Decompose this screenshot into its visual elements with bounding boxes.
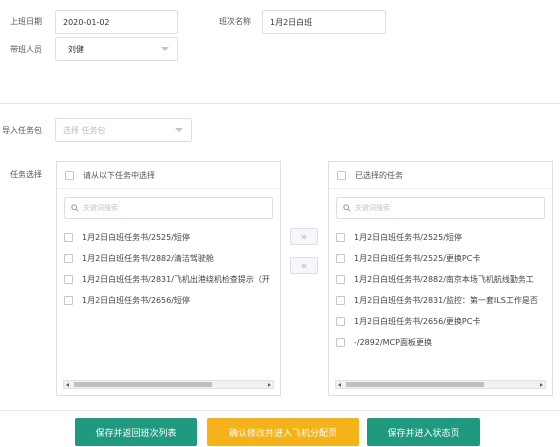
list-item-label: 1月2日白班任务书/2656/短停 [82,296,190,305]
list-item[interactable]: 1月2日白班任务书/2525/短停 [329,227,552,248]
chevron-down-icon [161,47,169,51]
available-horizontal-scrollbar[interactable] [63,380,274,389]
save-return-button[interactable]: 保存并返回班次列表 [75,418,197,446]
shift-name-input[interactable]: 1月2日白班 [262,10,386,34]
list-item-label: 1月2日白班任务书/2831/飞机出港绕机检查提示（开 [82,275,270,284]
list-item-label: -/2892/MCP面板更换 [354,338,432,347]
leader-select[interactable]: 刘健 [55,37,178,61]
available-tasks-panel: 请从以下任务中选择 关键词搜索 1月2日白班任务书/2525/短停 1月2日白班… [56,161,281,396]
available-search-input[interactable]: 关键词搜索 [64,197,273,219]
search-icon [343,204,351,212]
item-checkbox[interactable] [336,275,345,284]
move-right-button[interactable]: » [290,228,318,245]
list-item[interactable]: 1月2日白班任务书/2656/更换PC卡 [329,311,552,332]
section-divider [0,103,560,104]
list-item[interactable]: 1月2日白班任务书/2882/南京本场飞机航线勤务工 [329,269,552,290]
move-left-button[interactable]: « [290,257,318,274]
item-checkbox[interactable] [336,254,345,263]
list-item[interactable]: 1月2日白班任务书/2525/短停 [57,227,280,248]
footer-divider [0,410,560,411]
selected-task-list: 1月2日白班任务书/2525/短停 1月2日白班任务书/2525/更换PC卡 1… [329,227,552,375]
selected-search-input[interactable]: 关键词搜索 [336,197,545,219]
item-checkbox[interactable] [336,233,345,242]
task-select-label: 任务选择 [10,170,42,179]
select-all-selected-checkbox[interactable] [337,170,346,180]
scroll-left-icon[interactable] [338,383,341,387]
list-item[interactable]: 1月2日白班任务书/2656/短停 [57,290,280,311]
shift-name-value: 1月2日白班 [270,17,313,27]
list-item-label: 1月2日白班任务书/2831/监控：第一套ILS工作是否 [354,296,538,305]
list-item[interactable]: -/2892/MCP面板更换 [329,332,552,353]
import-package-select[interactable]: 选择 任务包 [55,118,192,142]
shift-name-label: 班次名称 [219,17,251,26]
list-item[interactable]: 1月2日白班任务书/2882/清洁驾驶舱 [57,248,280,269]
import-package-placeholder: 选择 任务包 [63,125,106,135]
search-icon [71,204,79,212]
import-package-label: 导入任务包 [2,126,42,135]
selected-tasks-title: 已选择的任务 [355,170,403,180]
chevron-down-icon [175,128,183,132]
work-date-value: 2020-01-02 [63,17,110,27]
list-item-label: 1月2日白班任务书/2525/短停 [354,233,462,242]
item-checkbox[interactable] [64,275,73,284]
scroll-right-icon[interactable] [268,383,271,387]
item-checkbox[interactable] [64,296,73,305]
item-checkbox[interactable] [64,233,73,242]
list-item[interactable]: 1月2日白班任务书/2525/更换PC卡 [329,248,552,269]
work-date-input[interactable]: 2020-01-02 [55,10,178,34]
selected-tasks-panel: 已选择的任务 关键词搜索 1月2日白班任务书/2525/短停 1月2日白班任务书… [328,161,553,396]
list-item-label: 1月2日白班任务书/2882/南京本场飞机航线勤务工 [354,275,534,284]
scroll-left-icon[interactable] [66,383,69,387]
selected-tasks-header: 已选择的任务 [329,162,552,189]
selected-horizontal-scrollbar[interactable] [335,380,546,389]
available-tasks-title: 请从以下任务中选择 [83,170,155,180]
list-item-label: 1月2日白班任务书/2656/更换PC卡 [354,317,481,326]
available-tasks-header: 请从以下任务中选择 [57,162,280,189]
save-status-button[interactable]: 保存并进入状态页 [367,418,480,446]
work-date-label: 上班日期 [10,17,42,26]
list-item[interactable]: 1月2日白班任务书/2831/监控：第一套ILS工作是否 [329,290,552,311]
item-checkbox[interactable] [336,338,345,347]
available-task-list: 1月2日白班任务书/2525/短停 1月2日白班任务书/2882/清洁驾驶舱 1… [57,227,280,375]
item-checkbox[interactable] [336,317,345,326]
list-item-label: 1月2日白班任务书/2525/更换PC卡 [354,254,481,263]
confirm-flight-assign-button[interactable]: 确认修改并进入飞机分配页 [207,418,359,446]
selected-search-placeholder: 关键词搜索 [355,204,390,212]
scrollbar-thumb[interactable] [346,382,484,387]
select-all-available-checkbox[interactable] [65,170,74,180]
list-item-label: 1月2日白班任务书/2882/清洁驾驶舱 [82,254,214,263]
list-item[interactable]: 1月2日白班任务书/2831/飞机出港绕机检查提示（开 [57,269,280,290]
leader-value: 刘健 [68,44,84,54]
item-checkbox[interactable] [336,296,345,305]
scrollbar-thumb[interactable] [74,382,212,387]
list-item-label: 1月2日白班任务书/2525/短停 [82,233,190,242]
item-checkbox[interactable] [64,254,73,263]
scroll-right-icon[interactable] [540,383,543,387]
available-search-placeholder: 关键词搜索 [83,204,118,212]
leader-label: 带班人员 [10,45,42,54]
